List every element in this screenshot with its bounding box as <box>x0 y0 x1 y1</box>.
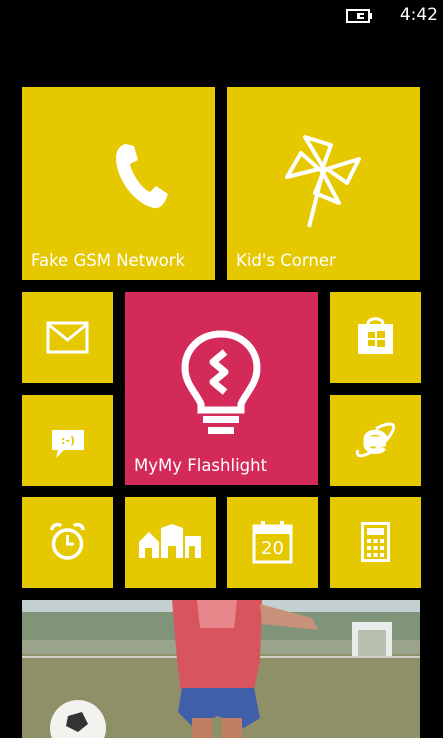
soccer-photo <box>22 600 420 738</box>
tile-chat[interactable]: :-) <box>22 395 113 486</box>
tile-messaging[interactable] <box>22 292 113 383</box>
clock: 4:42 <box>399 5 438 25</box>
store-icon <box>358 317 393 354</box>
tile-label: Kid's Corner <box>236 251 336 270</box>
svg-text::-): :-) <box>61 434 75 447</box>
internet-explorer-icon <box>355 422 396 458</box>
tile-store[interactable] <box>330 292 421 383</box>
pinwheel-icon <box>285 135 361 228</box>
battery-charging-icon <box>346 9 372 23</box>
tile-calculator[interactable] <box>330 497 421 588</box>
tile-internet-explorer[interactable] <box>330 395 421 486</box>
tile-label: MyMy Flashlight <box>134 456 268 475</box>
city-buildings-icon <box>139 524 201 558</box>
chat-icon: :-) <box>52 430 84 458</box>
mail-icon <box>46 321 89 354</box>
tile-calendar[interactable]: 20 <box>227 497 318 588</box>
tile-local-scout[interactable] <box>125 497 216 588</box>
alarm-clock-icon <box>50 522 85 560</box>
tile-kids-corner[interactable]: Kid's Corner <box>227 87 420 280</box>
tile-photos[interactable] <box>22 600 420 738</box>
start-screen: 4:42 Fake GSM Network Kid's Corner MyMy … <box>0 0 443 738</box>
lightbulb-icon <box>181 330 261 434</box>
calculator-icon <box>361 522 390 562</box>
calendar-day: 20 <box>261 538 284 559</box>
tile-fake-gsm-network[interactable]: Fake GSM Network <box>22 87 215 280</box>
phone-icon <box>116 144 168 209</box>
tile-alarms[interactable] <box>22 497 113 588</box>
tile-mymy-flashlight[interactable]: MyMy Flashlight <box>125 292 318 485</box>
tile-label: Fake GSM Network <box>31 251 186 270</box>
status-bar: 4:42 <box>0 0 443 32</box>
